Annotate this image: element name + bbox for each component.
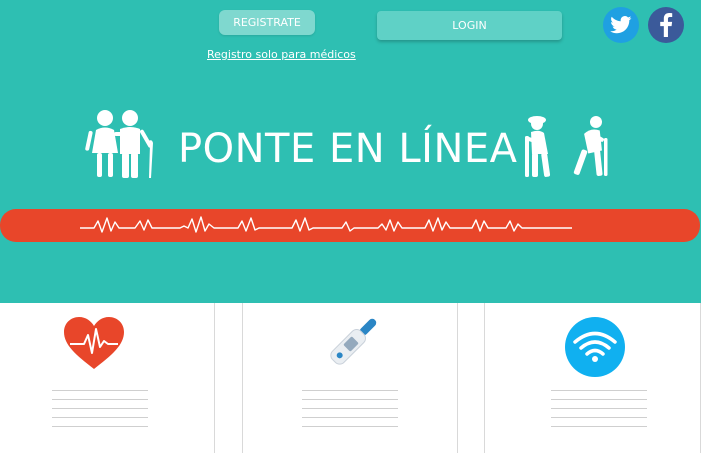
doctors-register-link[interactable]: Registro solo para médicos xyxy=(207,48,356,61)
page-title: PONTE EN LÍNEA xyxy=(178,126,518,172)
features-row xyxy=(0,303,701,453)
twitter-icon xyxy=(610,16,632,34)
heartbeat-pulse-icon xyxy=(80,216,572,233)
facebook-button[interactable] xyxy=(648,7,684,43)
thermometer-icon xyxy=(330,318,377,365)
feature-text-lines xyxy=(52,390,148,435)
feature-card-thermometer xyxy=(242,303,458,453)
login-button[interactable]: LOGIN xyxy=(377,11,562,40)
elderly-couple-icon xyxy=(85,110,153,178)
wifi-icon xyxy=(565,317,625,377)
login-button-label: LOGIN xyxy=(452,19,487,32)
hero-section: REGISTRATE LOGIN Registro solo para médi… xyxy=(0,0,701,303)
register-button-label: REGISTRATE xyxy=(233,16,301,29)
feature-text-lines xyxy=(302,390,398,435)
twitter-button[interactable] xyxy=(603,7,639,43)
feature-text-lines xyxy=(551,390,647,435)
facebook-icon xyxy=(660,13,673,37)
feature-card-wifi xyxy=(484,303,701,453)
register-button[interactable]: REGISTRATE xyxy=(219,10,315,35)
feature-card-health xyxy=(0,303,215,453)
elderly-walkers-icon xyxy=(525,116,608,177)
heart-pulse-icon xyxy=(64,317,124,369)
